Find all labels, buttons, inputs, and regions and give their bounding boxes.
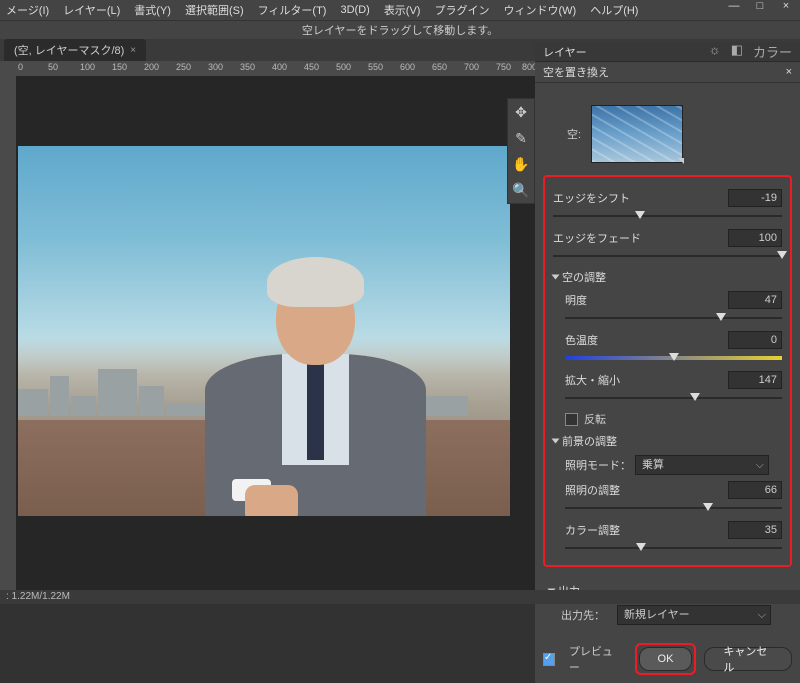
lighting-mode-dropdown[interactable]: 乗算	[635, 455, 769, 475]
hand-tool-icon[interactable]: ✋	[512, 155, 530, 173]
menu-item[interactable]: プラグイン	[434, 2, 489, 18]
ruler-mark: 0	[18, 62, 23, 72]
color-adjust-label: カラー調整	[565, 522, 728, 538]
maximize-icon[interactable]: □	[750, 0, 770, 12]
scale-label: 拡大・縮小	[565, 372, 728, 388]
menu-bar: メージ(I) レイヤー(L) 書式(Y) 選択範囲(S) フィルター(T) 3D…	[0, 0, 800, 20]
menu-item[interactable]: 書式(Y)	[134, 2, 171, 18]
chevron-down-icon[interactable]	[678, 158, 684, 164]
ruler-mark: 650	[432, 62, 447, 72]
color-sun-icon[interactable]: ☼	[709, 42, 721, 61]
ruler-mark: 400	[272, 62, 287, 72]
panel-tab-layers[interactable]: レイヤー	[543, 44, 587, 60]
ruler-mark: 100	[80, 62, 95, 72]
brightness-slider[interactable]	[565, 311, 782, 325]
right-panels: レイヤー ☼ ◧ カラー ✥ ✎ ✋ 🔍 空を置き換え × 空: エッジをシフト…	[535, 42, 800, 590]
edge-fade-label: エッジをフェード	[553, 230, 728, 246]
flip-checkbox[interactable]	[565, 413, 578, 426]
ruler-mark: 500	[336, 62, 351, 72]
foreground-adjust-section[interactable]: 前景の調整	[553, 433, 782, 449]
temperature-slider[interactable]	[565, 351, 782, 365]
workspace	[0, 76, 535, 590]
ruler-mark: 550	[368, 62, 383, 72]
menu-item[interactable]: ヘルプ(H)	[590, 2, 638, 18]
zoom-tool-icon[interactable]: 🔍	[512, 181, 530, 199]
document-tab[interactable]: (空, レイヤーマスク/8) ×	[4, 39, 146, 61]
ok-button[interactable]: OK	[639, 647, 693, 671]
ruler-mark: 450	[304, 62, 319, 72]
temperature-value[interactable]: 0	[728, 331, 782, 349]
edge-fade-slider[interactable]	[553, 249, 782, 263]
lighting-mode-label: 照明モード：	[565, 457, 635, 473]
brightness-value[interactable]: 47	[728, 291, 782, 309]
ruler-mark: 600	[400, 62, 415, 72]
edge-shift-label: エッジをシフト	[553, 190, 728, 206]
lighting-adjust-slider[interactable]	[565, 501, 782, 515]
panel-tabstrip: レイヤー ☼ ◧ カラー	[535, 42, 800, 61]
document-canvas[interactable]	[18, 146, 510, 516]
menu-item[interactable]: フィルター(T)	[258, 2, 327, 18]
output-dest-label: 出力先：	[561, 607, 617, 623]
brightness-label: 明度	[565, 292, 728, 308]
edge-shift-slider[interactable]	[553, 209, 782, 223]
minimize-icon[interactable]: —	[724, 0, 744, 12]
preview-checkbox[interactable]	[543, 653, 555, 666]
flip-label: 反転	[584, 411, 606, 427]
color-adjust-value[interactable]: 35	[728, 521, 782, 539]
highlight-ok: OK	[635, 643, 697, 675]
scale-slider[interactable]	[565, 391, 782, 405]
edge-shift-value[interactable]: -19	[728, 189, 782, 207]
options-bar: 空レイヤーをドラッグして移動します。	[0, 20, 800, 39]
tab-close-icon[interactable]: ×	[130, 45, 136, 56]
highlight-box: エッジをシフト-19 エッジをフェード100 空の調整 明度47 色温度0 拡大…	[543, 175, 792, 567]
temperature-label: 色温度	[565, 332, 728, 348]
section-label: 前景の調整	[562, 433, 617, 449]
canvas-area[interactable]	[16, 76, 535, 590]
ruler-mark: 700	[464, 62, 479, 72]
menu-item[interactable]: 3D(D)	[340, 4, 369, 16]
sky-adjust-section[interactable]: 空の調整	[553, 269, 782, 285]
section-label: 空の調整	[562, 269, 606, 285]
scale-value[interactable]: 147	[728, 371, 782, 389]
color-adjust-slider[interactable]	[565, 541, 782, 555]
ruler-vertical	[0, 76, 16, 590]
lighting-adjust-value[interactable]: 66	[728, 481, 782, 499]
ruler-mark: 200	[144, 62, 159, 72]
edge-fade-value[interactable]: 100	[728, 229, 782, 247]
status-text: : 1.22M/1.22M	[6, 591, 70, 602]
ruler-mark: 50	[48, 62, 58, 72]
menu-item[interactable]: メージ(I)	[6, 2, 49, 18]
close-icon[interactable]: ×	[776, 0, 796, 12]
lighting-adjust-label: 照明の調整	[565, 482, 728, 498]
output-dest-dropdown[interactable]: 新規レイヤー	[617, 605, 771, 625]
preview-label: プレビュー	[569, 643, 619, 675]
menu-item[interactable]: 選択範囲(S)	[185, 2, 244, 18]
brush-tool-icon[interactable]: ✎	[512, 129, 530, 147]
swatch-icon[interactable]: ◧	[731, 42, 743, 61]
color-tab-label[interactable]: カラー	[753, 42, 792, 61]
option-hint: 空レイヤーをドラッグして移動します。	[302, 22, 498, 38]
status-bar: : 1.22M/1.22M	[0, 590, 800, 604]
move-tool-icon[interactable]: ✥	[512, 103, 530, 121]
sky-label: 空:	[567, 126, 581, 142]
dialog-toolstrip: ✥ ✎ ✋ 🔍	[507, 98, 535, 204]
dialog-close-icon[interactable]: ×	[786, 66, 792, 78]
ruler-mark: 350	[240, 62, 255, 72]
dialog-title: 空を置き換え	[543, 64, 609, 80]
ruler-mark: 750	[496, 62, 511, 72]
menu-item[interactable]: ウィンドウ(W)	[503, 2, 576, 18]
ruler-mark: 250	[176, 62, 191, 72]
sky-preset-thumbnail[interactable]	[591, 105, 683, 163]
cancel-button[interactable]: キャンセル	[704, 647, 792, 671]
menu-item[interactable]: レイヤー(L)	[63, 2, 120, 18]
ruler-horizontal: 0 50 100 150 200 250 300 350 400 450 500…	[0, 61, 535, 77]
menu-item[interactable]: 表示(V)	[384, 2, 421, 18]
tab-label: (空, レイヤーマスク/8)	[14, 42, 124, 58]
ruler-mark: 150	[112, 62, 127, 72]
ruler-mark: 300	[208, 62, 223, 72]
